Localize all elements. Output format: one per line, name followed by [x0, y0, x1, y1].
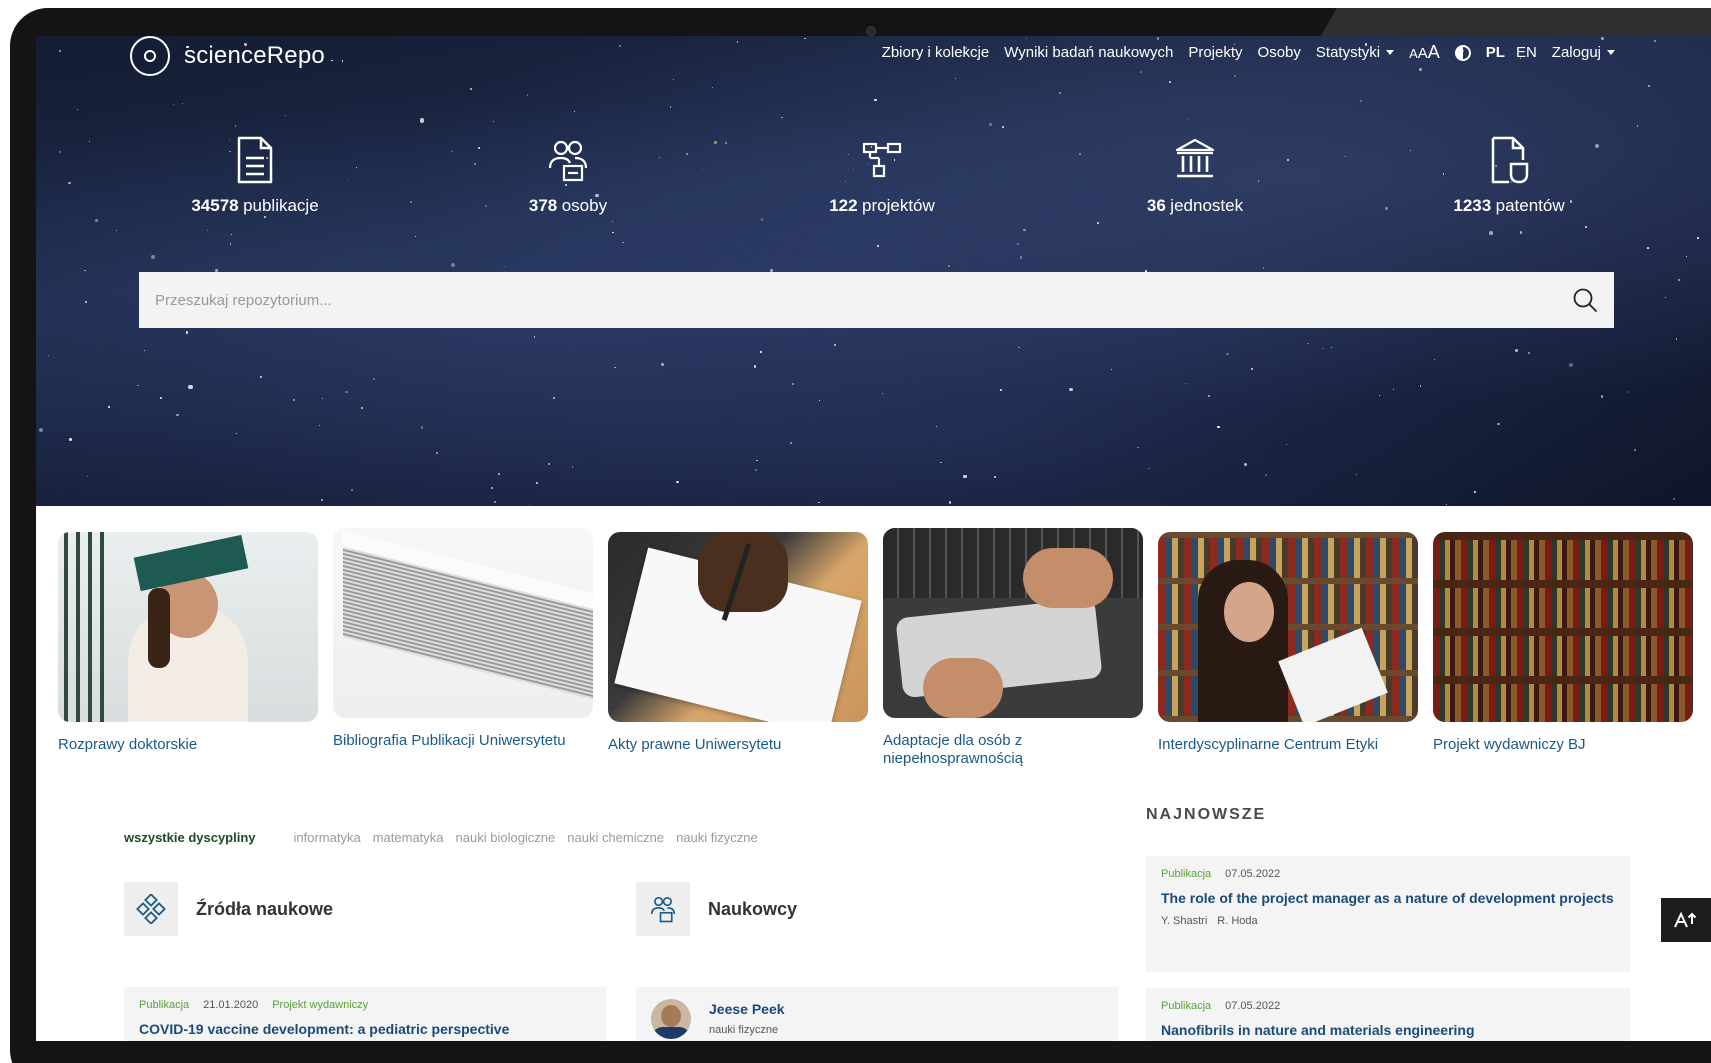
hero-banner: scienceRepo Zbiory i kolekcje Wyniki bad… [36, 36, 1711, 506]
stat-publications[interactable]: 34578 publikacje [125, 136, 385, 216]
author[interactable]: Y. Shastri [1161, 915, 1207, 927]
newest-heading: NAJNOWSZE [1146, 806, 1267, 823]
section-sources-header: Źródła naukowe [124, 882, 333, 936]
item-type: Publikacja [1161, 1000, 1212, 1012]
stat-number: 122 [829, 196, 858, 215]
nav-item-research-results[interactable]: Wyniki badań naukowych [1004, 44, 1173, 61]
item-tag: Projekt wydawniczy [272, 999, 369, 1011]
newest-item[interactable]: Publikacja 07.05.2022 Nanofibrils in nat… [1146, 988, 1630, 1041]
accessibility-text-size-icon[interactable] [1661, 898, 1711, 942]
stat-units[interactable]: 36 jednostek [1065, 136, 1325, 216]
lang-pl[interactable]: PL [1486, 44, 1505, 61]
discipline-item[interactable]: informatyka [294, 830, 361, 845]
item-date: 07.05.2022 [1225, 1000, 1281, 1012]
stat-number: 1233 [1453, 196, 1492, 215]
item-type: Publikacja [1161, 868, 1212, 880]
item-date: 21.01.2020 [203, 999, 259, 1011]
reading-library-photo [1158, 532, 1418, 722]
stat-projects[interactable]: 122 projektów [752, 136, 1012, 216]
nav-item-people[interactable]: Osoby [1258, 44, 1301, 61]
stat-people[interactable]: 378 osoby [438, 136, 698, 216]
discipline-filter: wszystkie dyscypliny informatyka matemat… [124, 830, 758, 845]
source-item[interactable]: Publikacja 21.01.2020 Projekt wydawniczy… [124, 987, 606, 1041]
institution-icon [1175, 138, 1215, 178]
section-title: Naukowcy [708, 898, 798, 919]
collection-card[interactable]: Interdyscyplinarne Centrum Etyki [1158, 532, 1418, 754]
item-date: 07.05.2022 [1225, 868, 1281, 880]
stat-label: osoby [561, 196, 608, 215]
document-icon [237, 136, 273, 184]
bookshelf-photo [1433, 532, 1693, 722]
stat-patents[interactable]: 1233 patentów [1379, 136, 1639, 216]
graduate-photo [58, 532, 318, 722]
laptop-bezel-highlight [1321, 8, 1711, 36]
font-size-control[interactable]: AAA [1409, 42, 1440, 63]
paper-stack-photo [333, 528, 593, 718]
collection-caption: Interdyscyplinarne Centrum Etyki [1158, 736, 1379, 753]
newest-item[interactable]: Publikacja 07.05.2022 The role of the pr… [1146, 856, 1630, 972]
discipline-item[interactable]: nauki chemiczne [567, 830, 664, 845]
item-type: Publikacja [139, 999, 190, 1011]
starfield-background [36, 36, 1711, 506]
project-tree-icon [862, 142, 902, 178]
item-title[interactable]: Nanofibrils in nature and materials engi… [1161, 1020, 1615, 1041]
nav-item-projects[interactable]: Projekty [1188, 44, 1242, 61]
stat-label: publikacje [243, 196, 319, 215]
patent-document-icon [1491, 136, 1529, 184]
collection-card[interactable]: Akty prawne Uniwersytetu [608, 532, 868, 754]
stat-label: patentów [1495, 196, 1565, 215]
main-nav: Zbiory i kolekcje Wyniki badań naukowych… [882, 42, 1615, 63]
discipline-item[interactable]: nauki fizyczne [676, 830, 758, 845]
login-menu[interactable]: Zaloguj [1552, 44, 1615, 61]
collection-card[interactable]: Projekt wydawniczy BJ [1433, 532, 1693, 754]
item-title[interactable]: COVID-19 vaccine development: a pediatri… [139, 1019, 591, 1040]
screen: scienceRepo Zbiory i kolekcje Wyniki bad… [36, 36, 1711, 1041]
search-input[interactable] [155, 291, 1572, 309]
search-bar [139, 272, 1614, 328]
logo-text: scienceRepo [184, 42, 325, 69]
chevron-down-icon [1607, 50, 1615, 55]
chevron-down-icon [1386, 50, 1395, 55]
scientist-discipline: nauki fizyczne [709, 1024, 779, 1036]
site-logo[interactable]: scienceRepo [130, 36, 325, 76]
stat-label: jednostek [1170, 196, 1244, 215]
scientist-name[interactable]: Jeese Peek [709, 999, 785, 1020]
collection-caption: Adaptacje dla osób z niepełnosprawnością [883, 732, 1024, 767]
nav-item-statistics[interactable]: Statystyki [1316, 44, 1395, 61]
stat-number: 378 [528, 196, 558, 215]
nav-item-collections[interactable]: Zbiory i kolekcje [882, 44, 990, 61]
people-icon [636, 882, 690, 936]
discipline-all[interactable]: wszystkie dyscypliny [124, 830, 256, 845]
collection-caption: Projekt wydawniczy BJ [1433, 736, 1586, 753]
collection-card[interactable]: Adaptacje dla osób z niepełnosprawnością [883, 528, 1143, 768]
logo-ring-icon [130, 36, 170, 76]
signing-document-photo [608, 532, 868, 722]
collection-caption: Akty prawne Uniwersytetu [608, 736, 782, 753]
discipline-item[interactable]: nauki biologiczne [456, 830, 556, 845]
contrast-icon[interactable] [1454, 44, 1471, 61]
collection-card[interactable]: Bibliografia Publikacji Uniwersytetu [333, 528, 593, 750]
webcam [866, 26, 876, 36]
sources-icon [124, 882, 178, 936]
discipline-item[interactable]: matematyka [373, 830, 444, 845]
collections-row: Rozprawy doktorskie Bibliografia Publika… [58, 528, 1711, 767]
author[interactable]: R. Hoda [1217, 915, 1257, 927]
section-title: Źródła naukowe [196, 898, 334, 919]
search-icon[interactable] [1572, 287, 1598, 313]
avatar [651, 999, 691, 1039]
braille-keyboard-photo [883, 528, 1143, 718]
scientist-item[interactable]: Jeese Peek nauki fizyczne [636, 987, 1118, 1041]
collection-caption: Rozprawy doktorskie [58, 736, 198, 753]
section-scientists-header: Naukowcy [636, 882, 797, 936]
stat-label: projektów [862, 196, 935, 215]
lang-en[interactable]: EN [1516, 44, 1537, 61]
item-title[interactable]: The role of the project manager as a nat… [1161, 888, 1615, 909]
stat-number: 36 [1146, 196, 1166, 215]
people-icon [548, 140, 588, 182]
collection-caption: Bibliografia Publikacji Uniwersytetu [333, 732, 566, 749]
stats-row: 34578 publikacje 378 osoby 122 projektów… [36, 136, 1711, 246]
collection-card[interactable]: Rozprawy doktorskie [58, 532, 318, 754]
stat-number: 34578 [191, 196, 239, 215]
